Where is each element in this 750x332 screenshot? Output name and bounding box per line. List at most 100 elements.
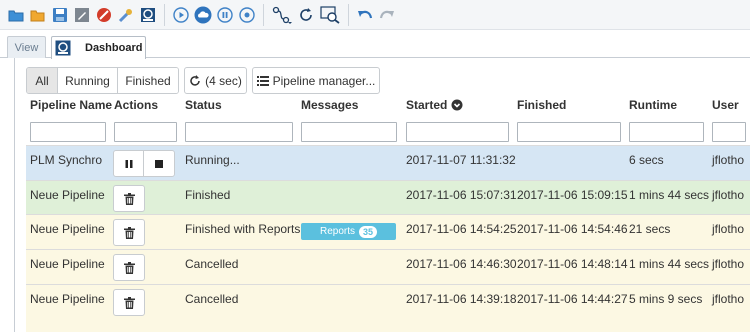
- cell-status: Finished with Reports: [185, 222, 301, 236]
- tab-view-label: View: [14, 41, 39, 54]
- cell-user: jflotho: [712, 292, 745, 306]
- auto-refresh-button[interactable]: (4 sec): [184, 67, 247, 94]
- row-actions: [113, 254, 145, 281]
- filter-started-input[interactable]: [406, 122, 509, 142]
- folder-icon[interactable]: [5, 4, 27, 26]
- cell-started: 2017-11-06 14:46:30: [406, 257, 517, 271]
- cell-finished: 2017-11-06 14:44:27: [517, 292, 628, 306]
- toolbar-separator: [263, 3, 264, 26]
- delete-button[interactable]: [114, 220, 144, 245]
- cell-status: Cancelled: [185, 257, 239, 271]
- trash-icon: [123, 296, 135, 309]
- cell-user: jflotho: [712, 257, 745, 271]
- tab-bar: View Dashboard: [0, 30, 750, 59]
- refresh-icon: [190, 74, 200, 86]
- cell-runtime: 21 secs: [629, 222, 671, 236]
- save-icon[interactable]: [49, 4, 71, 26]
- trash-icon: [123, 261, 135, 274]
- table-row[interactable]: Neue Pipeline Cancelled 2017-11-06 14:46:3…: [26, 249, 750, 284]
- cell-pipeline-name: Neue Pipeline: [30, 292, 105, 306]
- delete-button[interactable]: [114, 255, 144, 280]
- row-actions: [113, 289, 145, 316]
- column-header-started[interactable]: Started: [406, 98, 463, 112]
- row-actions: [113, 219, 145, 246]
- column-header-status[interactable]: Status: [185, 98, 222, 112]
- filter-finished-button[interactable]: Finished: [118, 68, 178, 93]
- cell-status: Running...: [185, 153, 240, 167]
- reports-count: 35: [359, 225, 378, 238]
- row-actions: [113, 185, 145, 212]
- refresh-icon[interactable]: [295, 4, 317, 26]
- filter-actions-input[interactable]: [114, 122, 177, 142]
- cell-user: jflotho: [712, 188, 745, 202]
- open-folder-icon[interactable]: [27, 4, 49, 26]
- cloud-icon[interactable]: [192, 4, 214, 26]
- table-row[interactable]: PLM Synchro Running... 2017-11-07 11:31:32…: [26, 145, 750, 180]
- cell-pipeline-name: PLM Synchro: [30, 153, 103, 167]
- column-header-user[interactable]: User: [712, 98, 739, 112]
- cell-finished: 2017-11-06 14:54:46: [517, 222, 628, 236]
- row-actions: [113, 150, 175, 177]
- toolbar-separator: [164, 3, 165, 26]
- filter-finished-input[interactable]: [517, 122, 621, 142]
- sort-descending-icon: [451, 99, 463, 111]
- filter-messages-input[interactable]: [301, 122, 397, 142]
- filter-running-button[interactable]: Running: [58, 68, 118, 93]
- pipeline-manager-button[interactable]: Pipeline manager...: [252, 67, 380, 94]
- record-icon[interactable]: [236, 4, 258, 26]
- cell-runtime: 5 mins 9 secs: [629, 292, 703, 306]
- redo-icon[interactable]: [376, 4, 398, 26]
- dashboard-icon: [55, 40, 71, 56]
- delete-button[interactable]: [114, 186, 144, 211]
- cell-pipeline-name: Neue Pipeline: [30, 257, 105, 271]
- table-row[interactable]: Neue Pipeline Cancelled 2017-11-06 14:39:1…: [26, 284, 750, 332]
- table-row[interactable]: Neue Pipeline Finished with Reports 2017-1…: [26, 214, 750, 249]
- trash-icon: [123, 192, 135, 205]
- reports-badge-button[interactable]: Reports 35: [301, 223, 396, 240]
- cell-started: 2017-11-06 14:54:25: [406, 222, 517, 236]
- play-icon[interactable]: [170, 4, 192, 26]
- pause-icon[interactable]: [214, 4, 236, 26]
- stop-square-icon: [155, 159, 163, 168]
- edit-icon[interactable]: [71, 4, 93, 26]
- connect-icon[interactable]: [269, 4, 295, 26]
- reports-label: Reports: [319, 226, 355, 237]
- filter-status-input[interactable]: [185, 122, 293, 142]
- tools-icon[interactable]: [115, 4, 137, 26]
- column-header-finished[interactable]: Finished: [517, 98, 566, 112]
- tab-dashboard-label: Dashboard: [85, 42, 143, 54]
- column-header-name[interactable]: Pipeline Name: [30, 98, 112, 112]
- cell-user: jflotho: [712, 222, 745, 236]
- delete-button[interactable]: [114, 290, 144, 315]
- cell-runtime: 6 secs: [629, 153, 664, 167]
- column-header-messages[interactable]: Messages: [301, 98, 358, 112]
- stop-icon[interactable]: [93, 4, 115, 26]
- cell-started: 2017-11-06 15:07:31: [406, 188, 517, 202]
- table-row[interactable]: Neue Pipeline Finished 2017-11-06 15:07:31…: [26, 180, 750, 215]
- undo-icon[interactable]: [354, 4, 376, 26]
- stop-button[interactable]: [144, 151, 174, 176]
- cell-finished: 2017-11-06 15:09:15: [517, 188, 628, 202]
- pause-icon: [125, 159, 132, 168]
- column-header-started-label: Started: [406, 98, 448, 112]
- pause-button[interactable]: [114, 151, 144, 176]
- search-icon[interactable]: [317, 4, 343, 26]
- tab-dashboard[interactable]: Dashboard: [51, 36, 146, 59]
- filter-all-button[interactable]: All: [27, 68, 58, 93]
- cell-status: Cancelled: [185, 292, 239, 306]
- cell-started: 2017-11-07 11:31:32: [406, 153, 516, 167]
- filter-name-input[interactable]: [30, 122, 106, 142]
- cell-pipeline-name: Neue Pipeline: [30, 188, 105, 202]
- cell-started: 2017-11-06 14:39:18: [406, 292, 517, 306]
- filter-user-input[interactable]: [712, 122, 746, 142]
- status-filter-group: All Running Finished: [26, 67, 179, 94]
- filter-runtime-input[interactable]: [629, 122, 704, 142]
- column-header-runtime[interactable]: Runtime: [629, 98, 677, 112]
- toolbar-separator: [348, 3, 349, 26]
- column-header-actions: Actions: [114, 98, 159, 112]
- tab-view[interactable]: View: [7, 36, 46, 58]
- cell-user: jflotho: [712, 153, 745, 167]
- trash-icon: [123, 226, 135, 239]
- dashboard-icon[interactable]: [137, 4, 159, 26]
- cell-finished: 2017-11-06 14:48:14: [517, 257, 628, 271]
